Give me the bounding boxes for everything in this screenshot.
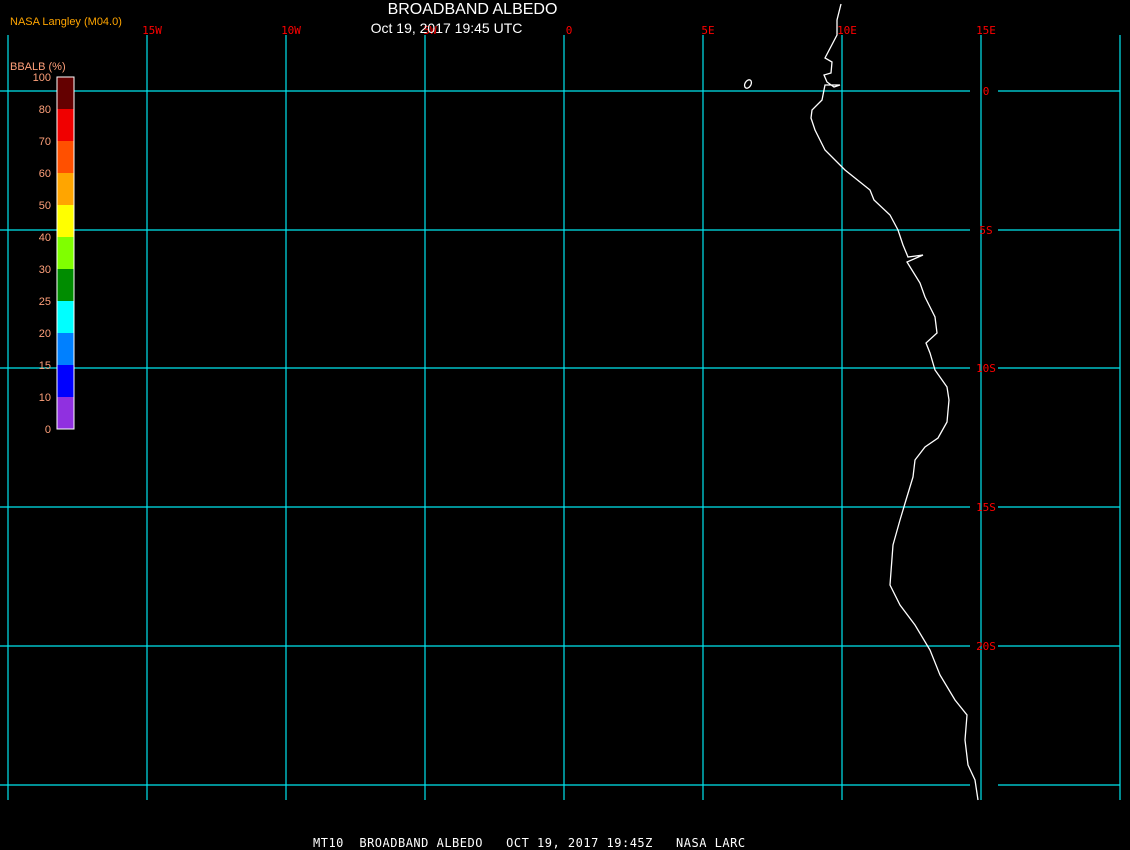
- legend-bin: [57, 397, 74, 429]
- legend-title: BBALB (%): [10, 61, 66, 73]
- latitude-label: 20S: [976, 640, 996, 653]
- legend-tick-label: 100: [33, 72, 51, 84]
- legend-bin: [57, 205, 74, 237]
- legend-tick-label: 80: [39, 104, 51, 116]
- legend-bin: [57, 301, 74, 333]
- legend-tick-label: 70: [39, 136, 51, 148]
- legend-bin: [57, 77, 74, 109]
- latitude-label: 5S: [979, 224, 992, 237]
- legend-tick-label: 60: [39, 168, 51, 180]
- legend-bin: [57, 109, 74, 141]
- legend-bin: [57, 333, 74, 365]
- map-timestamp: Oct 19, 2017 19:45 UTC: [370, 20, 523, 36]
- legend-tick-label: 30: [39, 264, 51, 276]
- longitude-label: 15E: [976, 24, 996, 37]
- legend-tick-label: 15: [39, 360, 51, 372]
- legend-tick-label: 40: [39, 232, 51, 244]
- legend-bin: [57, 173, 74, 205]
- credit-label: NASA Langley (M04.0): [10, 16, 122, 28]
- latitude-label: 0: [983, 85, 990, 98]
- latitude-label: 15S: [976, 501, 996, 514]
- grid-labels: 15W 10W 5W 0 5E 10E 15E05S10S15S20S: [142, 24, 996, 653]
- color-legend: 100807060504030252015100: [33, 72, 75, 436]
- legend-bin: [57, 269, 74, 301]
- legend-tick-label: 25: [39, 296, 51, 308]
- legend-bin: [57, 141, 74, 173]
- legend-bin: [57, 365, 74, 397]
- graticule: [0, 35, 1121, 800]
- africa-coastline: [810, 3, 979, 801]
- legend-tick-label: 0: [45, 424, 51, 436]
- map-canvas: 15W 10W 5W 0 5E 10E 15E05S10S15S20S 1008070605…: [0, 3, 1121, 801]
- island: [743, 79, 753, 89]
- legend-tick-label: 50: [39, 200, 51, 212]
- coastline: [743, 3, 979, 801]
- legend-tick-label: 10: [39, 392, 51, 404]
- map-title: BROADBAND ALBEDO: [387, 1, 558, 18]
- latitude-label: 10S: [976, 362, 996, 375]
- legend-tick-label: 20: [39, 328, 51, 340]
- footer-caption: MT10 BROADBAND ALBEDO OCT 19, 2017 19:45…: [313, 836, 746, 850]
- legend-bin: [57, 237, 74, 269]
